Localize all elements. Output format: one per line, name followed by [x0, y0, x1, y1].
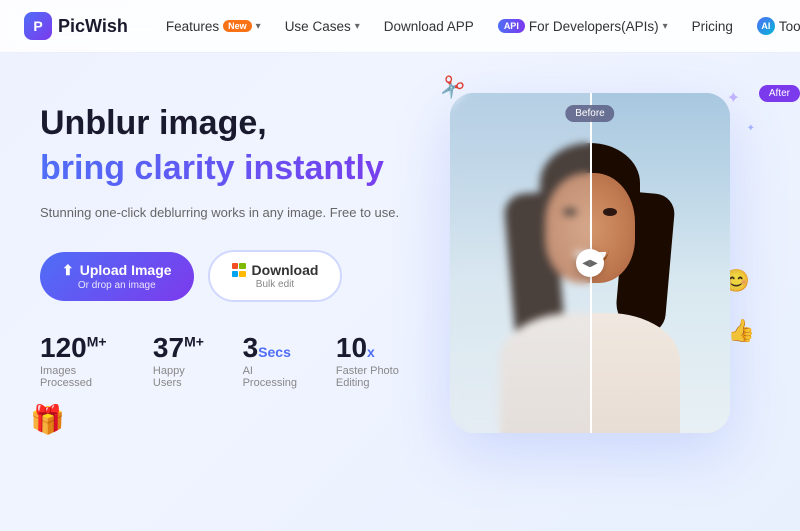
star-decoration-2: ✦	[747, 123, 755, 134]
upload-icon: ⬆	[62, 262, 74, 279]
nav-item-tools[interactable]: AI Tools	[747, 12, 800, 40]
logo-text: PicWish	[58, 16, 128, 37]
nav-item-features[interactable]: Features New ▾	[156, 14, 271, 39]
nav-item-developers[interactable]: API For Developers(APIs) ▾	[488, 14, 678, 39]
hero-section: Unblur image, bring clarity instantly St…	[0, 53, 800, 531]
badge-before: Before	[565, 105, 614, 122]
stat-ai-processing: 3Secs AI Processing	[243, 334, 300, 389]
hero-buttons: ⬆ Upload Image Or drop an image Download…	[40, 250, 420, 302]
logo-icon: P	[24, 12, 52, 40]
hero-title-line2: bring clarity instantly	[40, 148, 420, 189]
logo[interactable]: P PicWish	[24, 12, 128, 40]
hero-image-demo: ✂️ ✦ ✦ 😊 👍 ★ After	[420, 73, 760, 473]
blur-overlay	[450, 93, 590, 433]
comparison-handle[interactable]: ◀▶	[576, 249, 604, 277]
api-badge: API	[498, 19, 525, 33]
badge-after: After	[759, 85, 800, 102]
nav-item-download[interactable]: Download APP	[374, 14, 484, 39]
download-sub-label: Bulk edit	[256, 279, 294, 290]
chevron-down-icon: ▾	[256, 21, 261, 32]
upload-image-button[interactable]: ⬆ Upload Image Or drop an image	[40, 252, 194, 301]
gift-icon: 🎁	[30, 403, 65, 436]
stat-images-processed: 120M+ Images Processed	[40, 334, 117, 389]
upload-sub-label: Or drop an image	[78, 280, 156, 291]
hero-subtitle: Stunning one-click deblurring works in a…	[40, 203, 420, 223]
thumbsup-icon: 👍	[728, 318, 755, 344]
chevron-down-icon: ▾	[355, 21, 360, 32]
nav-items: Features New ▾ Use Cases ▾ Download APP …	[156, 12, 800, 40]
image-comparison-container: ◀▶ Before	[450, 93, 730, 433]
demo-image: ◀▶ Before	[450, 93, 730, 433]
navbar: P PicWish Features New ▾ Use Cases ▾ Dow…	[0, 0, 800, 53]
stats-row: 120M+ Images Processed 37M+ Happy Users …	[40, 334, 420, 389]
chevron-down-icon: ▾	[663, 21, 668, 32]
ai-badge: AI	[757, 17, 775, 35]
hero-title-line1: Unblur image,	[40, 103, 420, 144]
nav-badge-new: New	[223, 20, 252, 32]
windows-icon	[232, 263, 246, 277]
nav-item-usecases[interactable]: Use Cases ▾	[275, 14, 370, 39]
stat-faster-editing: 10x Faster Photo Editing	[336, 334, 420, 389]
hero-content-left: Unblur image, bring clarity instantly St…	[40, 83, 420, 389]
nav-item-pricing[interactable]: Pricing	[682, 14, 743, 39]
stat-happy-users: 37M+ Happy Users	[153, 334, 207, 389]
download-button[interactable]: Download Bulk edit	[208, 250, 343, 302]
